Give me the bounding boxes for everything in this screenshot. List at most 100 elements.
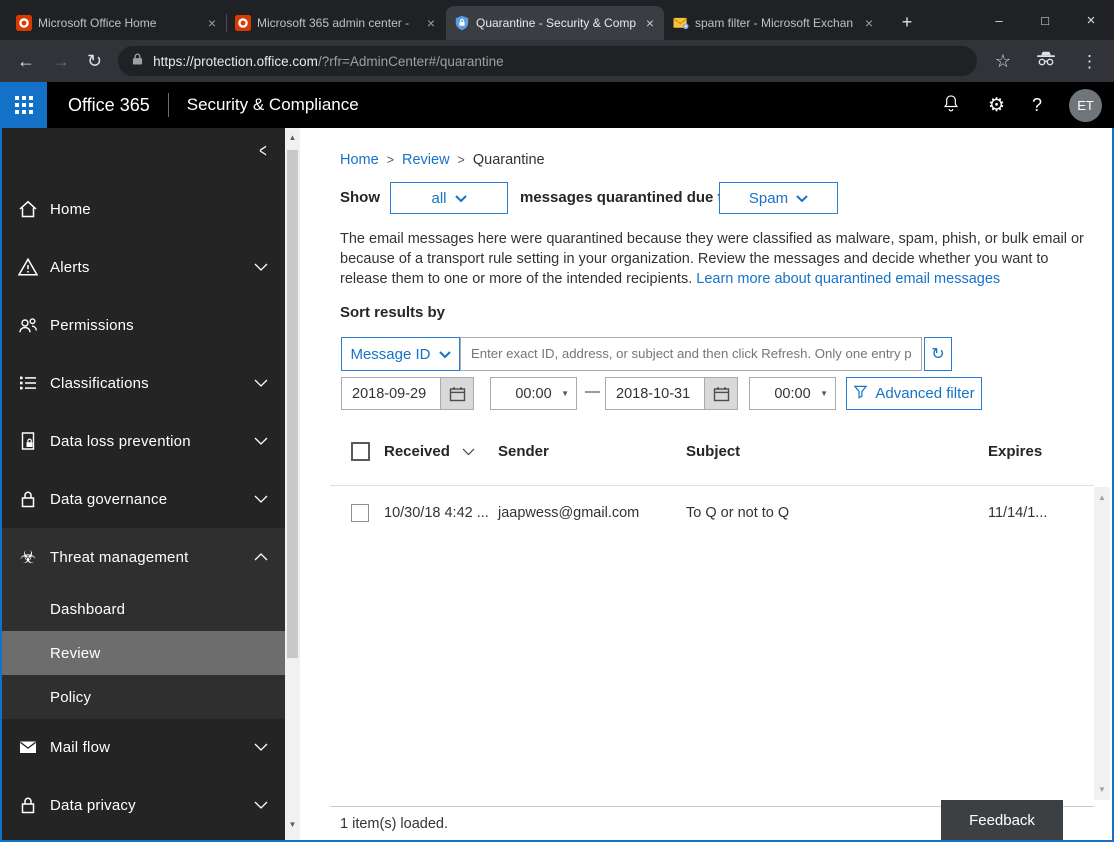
sidebar-item-data-governance[interactable]: Data governance: [0, 477, 285, 521]
sidebar-item-dashboard[interactable]: Dashboard: [0, 587, 285, 631]
column-header-received[interactable]: Received: [384, 443, 475, 460]
sidebar-item-label: Data privacy: [50, 797, 136, 814]
calendar-icon[interactable]: [441, 377, 474, 410]
sort-field-dropdown[interactable]: Message ID: [341, 337, 460, 371]
advanced-filter-button[interactable]: Advanced filter: [846, 377, 982, 410]
sidebar-item-policy[interactable]: Policy: [0, 675, 285, 719]
brand-title[interactable]: Office 365: [68, 95, 150, 116]
exchange-mail-icon: [673, 15, 689, 31]
scroll-down-icon[interactable]: ▼: [1094, 785, 1110, 794]
due-to-dropdown-value: Spam: [749, 190, 788, 207]
sidebar-item-permissions[interactable]: Permissions: [0, 303, 285, 347]
sort-field-value: Message ID: [350, 346, 430, 363]
list-icon: [16, 371, 40, 395]
due-to-dropdown[interactable]: Spam: [719, 182, 838, 214]
browser-tab-admin-center[interactable]: Microsoft 365 admin center - ×: [227, 6, 445, 40]
sidebar-item-review-selected[interactable]: Review: [0, 631, 285, 675]
search-input[interactable]: [460, 337, 922, 371]
sidebar-scrollbar[interactable]: ▲ ▼: [285, 128, 300, 842]
browser-tab-spam-filter[interactable]: spam filter - Microsoft Exchan ×: [665, 6, 883, 40]
office-logo-icon: [235, 15, 251, 31]
table-header-divider: [330, 485, 1094, 486]
left-navigation: < Home Alerts Permissions Classification…: [0, 128, 285, 842]
sidebar-item-threat-management[interactable]: ☣ Threat management: [0, 535, 285, 579]
browser-toolbar: ← → ↻ https://protection.office.com/?rfr…: [0, 40, 1114, 82]
address-bar[interactable]: https://protection.office.com/?rfr=Admin…: [118, 46, 977, 76]
chevron-down-icon: [254, 432, 268, 450]
sidebar-item-mail-flow[interactable]: Mail flow: [0, 725, 285, 769]
scroll-down-icon[interactable]: ▼: [285, 820, 300, 829]
alert-triangle-icon: [16, 255, 40, 279]
settings-gear-icon[interactable]: ⚙: [988, 96, 1005, 115]
browser-menu-icon[interactable]: ⋮: [1081, 53, 1098, 70]
sidebar-item-classifications[interactable]: Classifications: [0, 361, 285, 405]
bookmark-star-icon[interactable]: ☆: [995, 52, 1011, 70]
table-scrollbar[interactable]: ▲ ▼: [1094, 487, 1110, 800]
breadcrumb-current: Quarantine: [473, 152, 545, 168]
sidebar-item-label: Data governance: [50, 491, 167, 508]
forward-button[interactable]: →: [52, 52, 70, 70]
date-range-dash: —: [585, 383, 600, 400]
header-divider: [168, 93, 169, 117]
incognito-icon: [1035, 50, 1057, 72]
help-icon[interactable]: ?: [1032, 96, 1042, 114]
items-loaded-status: 1 item(s) loaded.: [340, 816, 448, 832]
feedback-button[interactable]: Feedback: [941, 800, 1063, 840]
sort-results-label: Sort results by: [340, 304, 445, 321]
back-button[interactable]: ←: [17, 52, 35, 70]
office-logo-icon: [16, 15, 32, 31]
cell-subject: To Q or not to Q: [686, 505, 789, 521]
column-header-expires[interactable]: Expires: [988, 443, 1042, 460]
padlock-icon: [16, 793, 40, 817]
sidebar-item-alerts[interactable]: Alerts: [0, 245, 285, 289]
column-header-sender[interactable]: Sender: [498, 443, 549, 460]
scroll-up-icon[interactable]: ▲: [1094, 493, 1110, 502]
funnel-icon: [853, 384, 868, 403]
sidebar-item-data-loss-prevention[interactable]: Data loss prevention: [0, 419, 285, 463]
sidebar-item-data-privacy[interactable]: Data privacy: [0, 783, 285, 827]
maximize-button[interactable]: □: [1022, 0, 1068, 40]
biohazard-icon: ☣: [16, 545, 40, 569]
scrollbar-thumb[interactable]: [287, 150, 298, 658]
window-controls: – □ ×: [976, 0, 1114, 40]
date-from-input[interactable]: [341, 377, 441, 410]
column-header-subject[interactable]: Subject: [686, 443, 740, 460]
learn-more-link[interactable]: Learn more about quarantined email messa…: [696, 271, 1000, 287]
app-launcher-button[interactable]: [0, 82, 47, 128]
select-arrow-icon: ▼: [820, 389, 828, 398]
browser-tab-office-home[interactable]: Microsoft Office Home ×: [8, 6, 226, 40]
show-dropdown[interactable]: all: [390, 182, 508, 214]
browser-tab-quarantine-active[interactable]: Quarantine - Security & Comp ×: [446, 6, 664, 40]
row-checkbox[interactable]: [351, 504, 369, 522]
breadcrumb-home-link[interactable]: Home: [340, 152, 379, 168]
reload-button[interactable]: ↻: [87, 52, 102, 70]
tab-close-icon[interactable]: ×: [644, 15, 656, 31]
tab-close-icon[interactable]: ×: [863, 15, 875, 31]
close-window-button[interactable]: ×: [1068, 0, 1114, 40]
tab-close-icon[interactable]: ×: [425, 15, 437, 31]
time-from-select[interactable]: 00:00 ▼: [490, 377, 577, 410]
breadcrumb: Home > Review > Quarantine: [340, 152, 545, 168]
new-tab-button[interactable]: +: [893, 8, 921, 36]
sidebar-item-home[interactable]: Home: [0, 187, 285, 231]
minimize-button[interactable]: –: [976, 0, 1022, 40]
cell-sender: jaapwess@gmail.com: [498, 505, 639, 521]
avatar[interactable]: ET: [1069, 89, 1102, 122]
chevron-down-icon: [254, 738, 268, 756]
chevron-down-icon: [439, 346, 451, 363]
sidebar-item-label: Home: [50, 201, 91, 218]
date-to-input[interactable]: [605, 377, 705, 410]
notifications-bell-icon[interactable]: [941, 92, 961, 119]
document-lock-icon: [16, 429, 40, 453]
collapse-nav-icon[interactable]: <: [259, 140, 266, 163]
time-to-select[interactable]: 00:00 ▼: [749, 377, 836, 410]
breadcrumb-review-link[interactable]: Review: [402, 152, 450, 168]
sidebar-item-label: Mail flow: [50, 739, 110, 756]
calendar-icon[interactable]: [705, 377, 738, 410]
scroll-up-icon[interactable]: ▲: [285, 133, 300, 142]
refresh-button[interactable]: ↻: [924, 337, 952, 371]
select-all-checkbox[interactable]: [351, 442, 370, 461]
https-lock-icon: [132, 52, 143, 71]
tab-close-icon[interactable]: ×: [206, 15, 218, 31]
select-arrow-icon: ▼: [561, 389, 569, 398]
